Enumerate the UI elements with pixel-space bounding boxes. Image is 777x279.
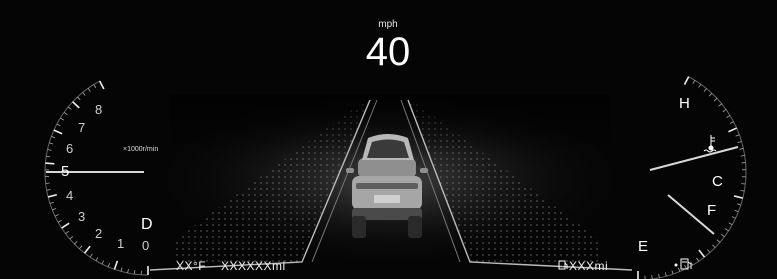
tach-label-6: 6 [66,141,74,156]
tach-label-2: 2 [95,226,103,241]
temp-fuel-scale [637,76,747,279]
tach-label-1: 1 [117,236,125,251]
gear-indicator: D [141,216,153,233]
tach-label-0: 0 [142,238,150,253]
tach-label-4: 4 [66,188,74,203]
speed-unit: mph [378,19,398,30]
coolant-temperature-icon [703,135,717,153]
tach-label-8: 8 [95,102,103,117]
outside-temperature: XX°F [176,259,207,273]
temperature-needle [649,146,739,171]
temp-low-label: C [712,173,723,190]
temp-high-label: H [679,95,690,112]
odometer: XXXXXXmi [221,259,286,273]
fuel-empty-label: E [638,238,649,255]
tach-label-3: 3 [78,209,86,224]
rpm-unit-label: ×1000r/min [123,146,159,153]
tach-label-7: 7 [78,120,86,135]
fuel-range-icon [558,260,568,270]
fuel-range: XXXmi [569,259,609,273]
fuel-full-label: F [707,202,717,219]
instrument-cluster: mph 40 ×1000r/min 0 1 2 3 4 5 6 7 8 D XX… [0,0,777,279]
tach-label-5: 5 [61,163,70,180]
speed-value: 40 [365,30,411,74]
